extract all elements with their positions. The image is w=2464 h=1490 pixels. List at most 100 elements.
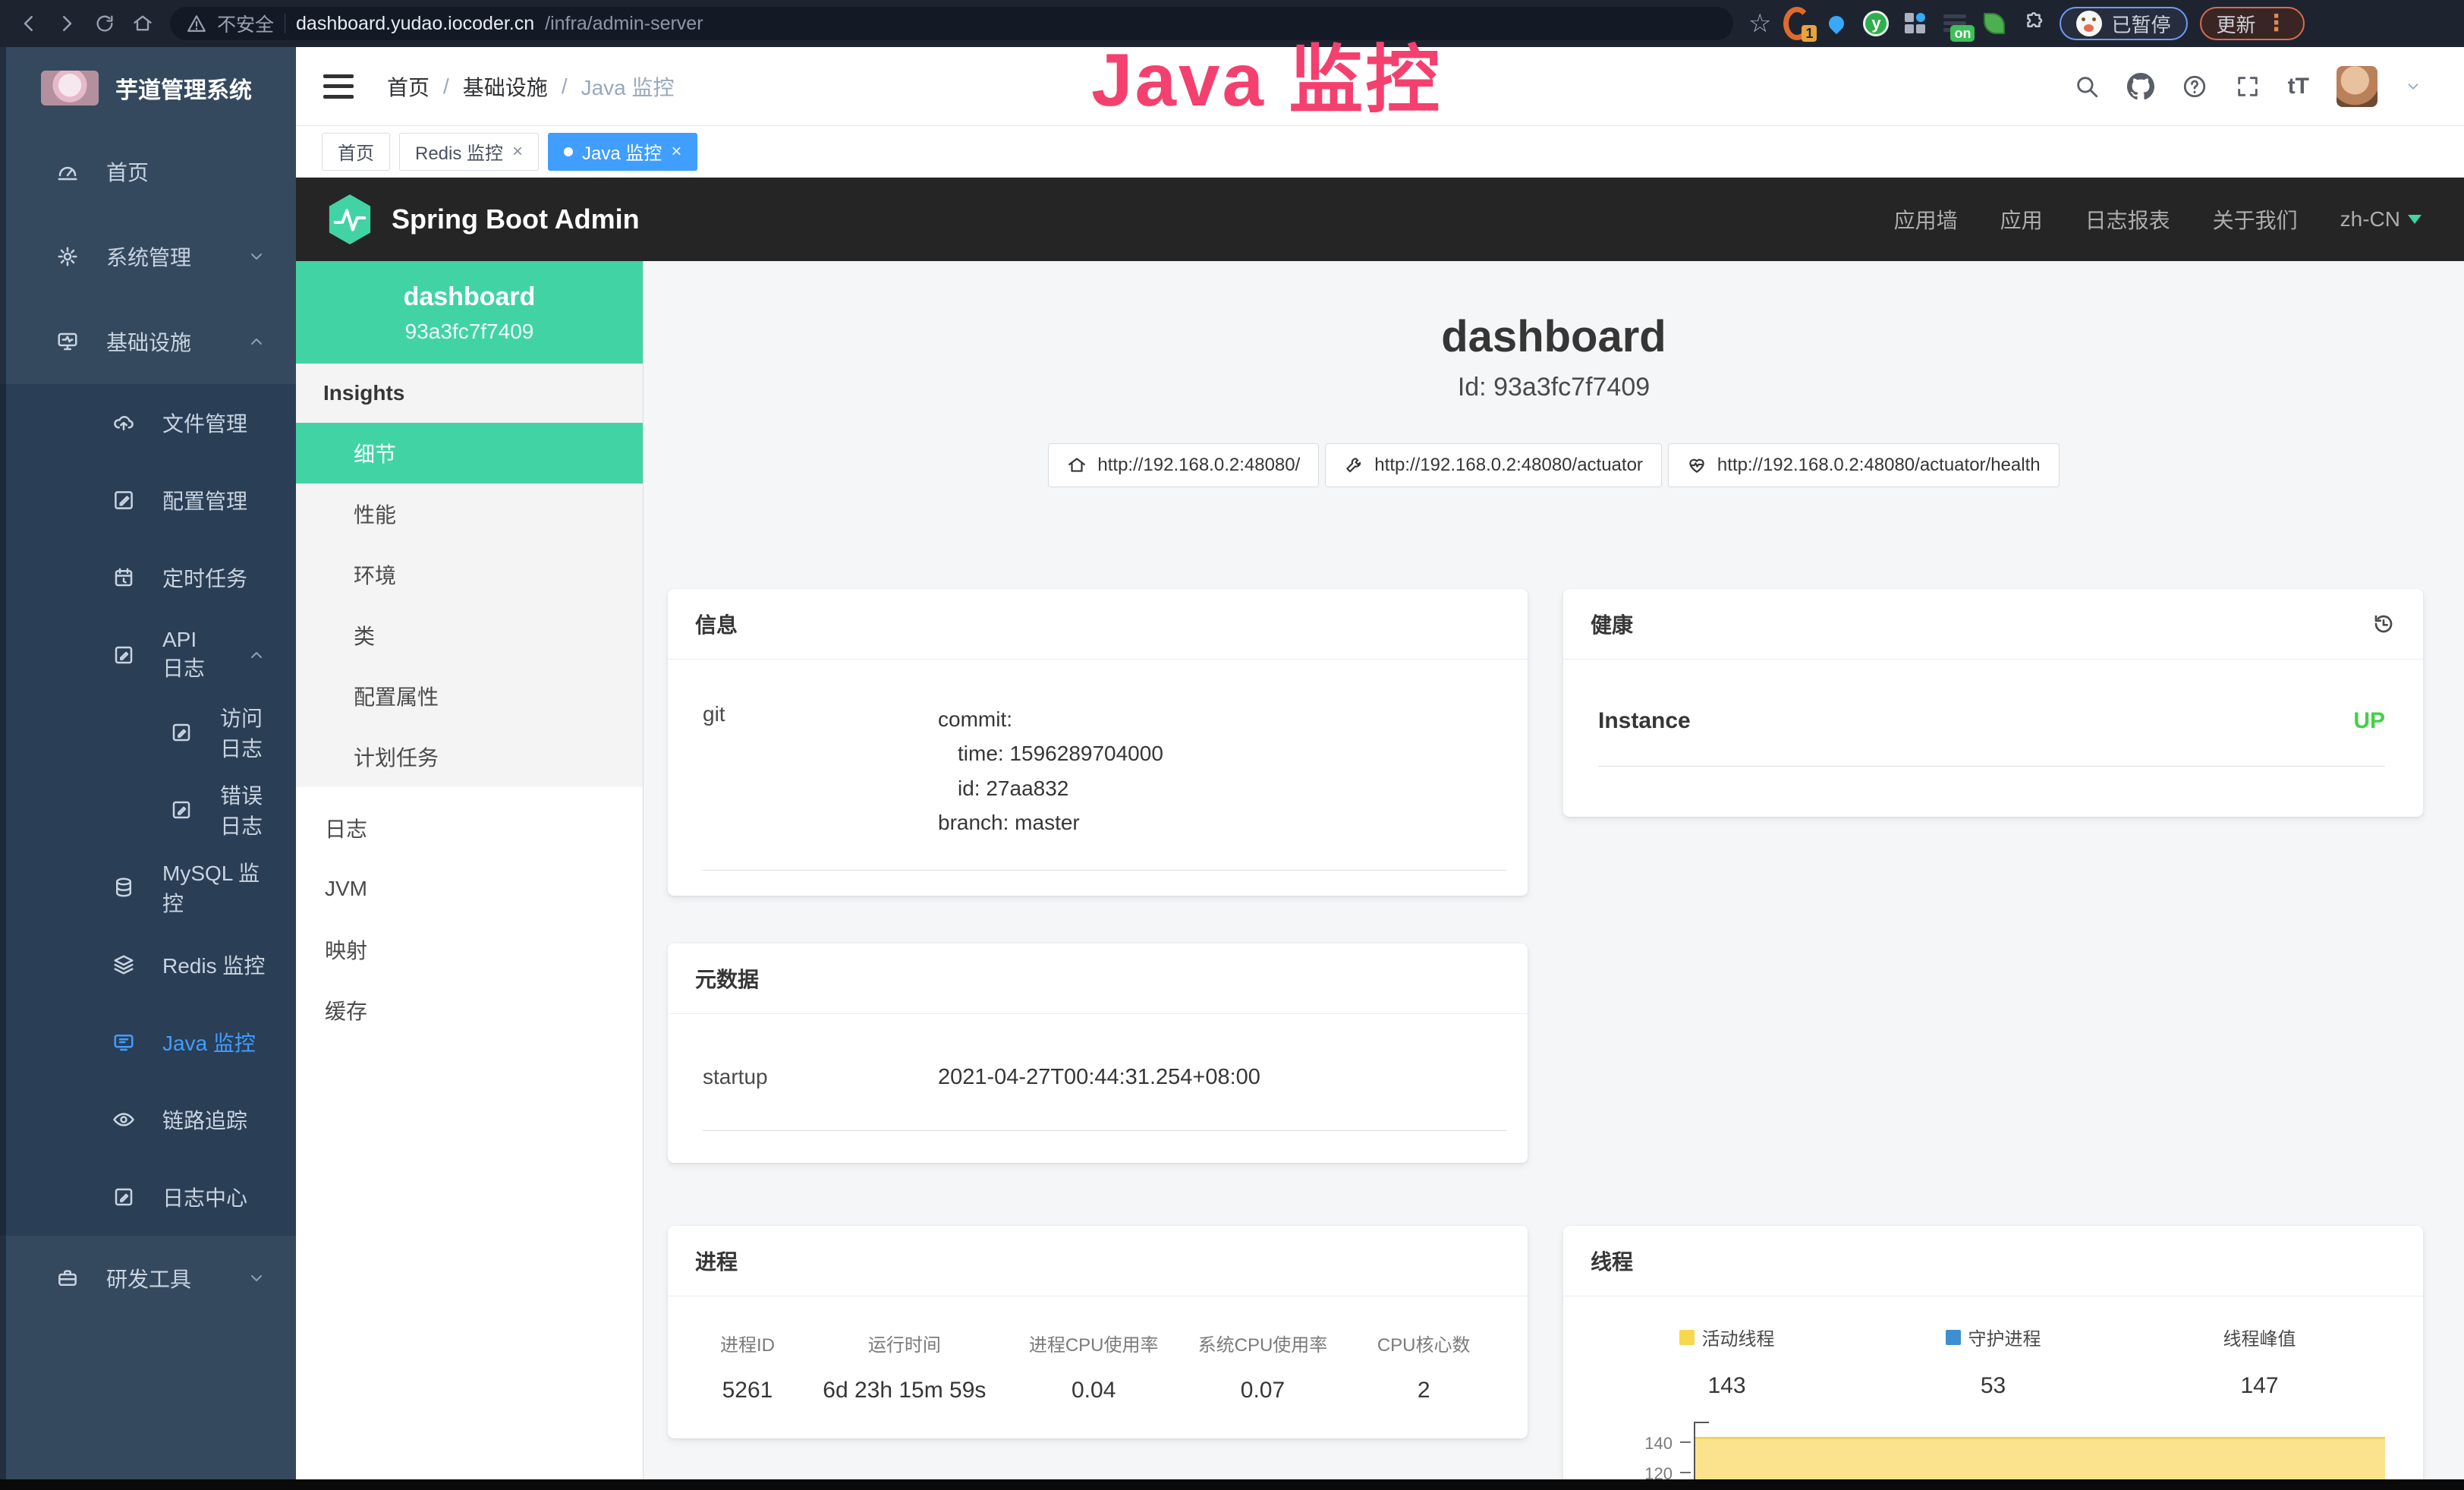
metadata-startup-row: startup 2021-04-27T00:44:31.254+08:00	[703, 1014, 1506, 1131]
search-icon[interactable]	[2074, 74, 2100, 99]
user-avatar[interactable]	[2337, 66, 2377, 107]
process-card-title: 进程	[695, 1246, 738, 1276]
sidebar-item-redis-monitor[interactable]: Redis 监控	[0, 926, 296, 1003]
process-uptime: 6d 23h 15m 59s	[800, 1378, 1009, 1403]
address-bar[interactable]: 不安全 dashboard.yudao.iocoder.cn/infra/adm…	[170, 7, 1733, 40]
layers-icon	[112, 953, 135, 976]
doc-edit-icon	[170, 721, 193, 744]
sba-item-jvm[interactable]: JVM	[296, 858, 643, 919]
screen-icon	[112, 1031, 135, 1054]
cpu-cores: 2	[1347, 1378, 1500, 1403]
bookmark-star-icon[interactable]: ☆	[1748, 11, 1771, 36]
update-label: 更新	[2217, 10, 2256, 38]
close-icon[interactable]: ×	[512, 141, 523, 162]
caret-down-icon[interactable]	[2405, 78, 2422, 95]
close-icon[interactable]: ×	[671, 141, 681, 162]
sba-link-journal[interactable]: 日志报表	[2085, 204, 2170, 235]
process-table-header: 进程ID 运行时间 进程CPU使用率 系统CPU使用率 CPU核心数	[695, 1330, 1500, 1356]
extension-grid-icon[interactable]	[1902, 10, 1929, 37]
sba-item-caches[interactable]: 缓存	[296, 980, 643, 1041]
sidebar-item-system-mgmt[interactable]: 系统管理	[0, 214, 296, 299]
extension-leaf-icon[interactable]	[1981, 10, 2008, 37]
metadata-card: 元数据 startup 2021-04-27T00:44:31.254+08:0…	[668, 943, 1528, 1163]
sba-item-metrics[interactable]: 性能	[296, 484, 643, 544]
window-bottom-edge	[0, 1479, 2464, 1490]
endpoint-links: http://192.168.0.2:48080/ http://192.168…	[644, 443, 2464, 487]
sba-item-scheduled-tasks[interactable]: 计划任务	[296, 726, 643, 787]
fullscreen-icon[interactable]	[2235, 74, 2261, 99]
profile-paused-badge[interactable]: 已暂停	[2060, 7, 2187, 40]
reload-icon[interactable]	[88, 7, 121, 40]
sba-item-logs[interactable]: 日志	[296, 798, 643, 858]
sidebar-item-mysql-monitor[interactable]: MySQL 监控	[0, 849, 296, 926]
home-icon[interactable]	[126, 7, 159, 40]
endpoint-actuator-link[interactable]: http://192.168.0.2:48080/actuator	[1325, 443, 1662, 487]
sba-brand[interactable]: Spring Boot Admin	[326, 193, 640, 246]
sba-item-details[interactable]: 细节	[296, 423, 643, 484]
sidebar-item-home[interactable]: 首页	[0, 129, 296, 214]
info-git-row: git commit: time: 1596289704000 id: 27aa…	[703, 660, 1506, 871]
forward-icon[interactable]	[50, 7, 83, 40]
wrench-icon	[1344, 455, 1364, 475]
endpoint-health-link[interactable]: http://192.168.0.2:48080/actuator/health	[1668, 443, 2060, 487]
sidebar-item-file-mgmt[interactable]: 文件管理	[0, 384, 296, 461]
sidebar-item-config-mgmt[interactable]: 配置管理	[0, 461, 296, 539]
tab-redis-monitor[interactable]: Redis 监控 ×	[399, 133, 539, 171]
tab-home[interactable]: 首页	[322, 133, 390, 171]
sidebar-item-scheduled-jobs[interactable]: 定时任务	[0, 539, 296, 616]
history-icon[interactable]	[2371, 612, 2396, 636]
kebab-menu-icon[interactable]: ⋮	[2265, 12, 2288, 35]
health-instance-row: Instance UP	[1598, 660, 2385, 767]
sidebar-item-tracing[interactable]: 链路追踪	[0, 1081, 296, 1158]
sba-instance-header[interactable]: dashboard 93a3fc7f7409	[296, 261, 643, 364]
live-threads-value: 143	[1594, 1373, 1860, 1399]
sba-link-applications[interactable]: 应用	[2000, 204, 2043, 235]
extension-switch-icon[interactable]: on	[1941, 10, 1968, 37]
edit-square-icon	[112, 489, 135, 512]
extension-orange-icon[interactable]: 1	[1783, 10, 1811, 37]
sidebar-item-access-logs[interactable]: 访问日志	[0, 694, 296, 771]
sba-navbar: Spring Boot Admin 应用墙 应用 日志报表 关于我们 zh-CN	[296, 178, 2464, 261]
github-icon[interactable]	[2127, 73, 2154, 100]
screenshot-annotation: Java 监控	[1091, 20, 1442, 128]
sidebar-item-infrastructure[interactable]: 基础设施	[0, 299, 296, 384]
chevron-up-icon	[247, 332, 266, 351]
sba-link-wallboard[interactable]: 应用墙	[1894, 204, 1958, 235]
breadcrumb-infrastructure[interactable]: 基础设施	[463, 71, 548, 102]
tab-java-monitor[interactable]: Java 监控 ×	[548, 133, 697, 171]
legend-daemon-threads: 守护进程	[1860, 1324, 2126, 1350]
endpoint-home-link[interactable]: http://192.168.0.2:48080/	[1048, 443, 1319, 487]
sidebar-item-java-monitor[interactable]: Java 监控	[0, 1003, 296, 1081]
legend-peak-threads: 线程峰值	[2126, 1324, 2393, 1350]
active-tab-dot	[564, 147, 573, 156]
metadata-card-title: 元数据	[695, 963, 759, 994]
extensions-puzzle-icon[interactable]	[2020, 10, 2047, 37]
sidebar-item-error-logs[interactable]: 错误日志	[0, 771, 296, 849]
sba-item-mappings[interactable]: 映射	[296, 919, 643, 980]
help-icon[interactable]	[2182, 74, 2208, 99]
instance-name: dashboard	[304, 282, 635, 312]
app-logo-header[interactable]: 芋道管理系统	[0, 47, 296, 129]
eye-icon	[112, 1108, 135, 1131]
sba-item-config-props[interactable]: 配置属性	[296, 666, 643, 726]
sba-nav-links: 应用墙 应用 日志报表 关于我们 zh-CN	[1894, 204, 2422, 235]
sidebar-collapse-icon[interactable]	[323, 74, 354, 99]
sidebar-item-api-logs[interactable]: API 日志	[0, 616, 296, 694]
breadcrumb-home[interactable]: 首页	[387, 71, 430, 102]
font-size-icon[interactable]: tT	[2288, 74, 2309, 99]
sba-item-environment[interactable]: 环境	[296, 544, 643, 605]
extension-y-icon[interactable]: y	[1862, 10, 1890, 37]
back-icon[interactable]	[12, 7, 46, 40]
extension-pin-icon[interactable]	[1823, 10, 1850, 37]
sba-body: dashboard 93a3fc7f7409 Insights 细节 性能 环境…	[296, 261, 2464, 1490]
locale-selector[interactable]: zh-CN	[2340, 207, 2422, 232]
chrome-update-button[interactable]: 更新 ⋮	[2200, 7, 2305, 40]
sidebar-item-dev-tools[interactable]: 研发工具	[0, 1236, 296, 1321]
process-card: 进程 进程ID 运行时间 进程CPU使用率 系统CPU使用率 CPU核心数 52…	[668, 1226, 1528, 1438]
sba-item-classes[interactable]: 类	[296, 605, 643, 666]
sidebar-item-log-center[interactable]: 日志中心	[0, 1158, 296, 1236]
y-axis-top-cap	[1694, 1422, 1709, 1423]
sba-content: dashboard Id: 93a3fc7f7409 http://192.16…	[644, 261, 2464, 1490]
home-icon	[1067, 455, 1087, 475]
sba-link-about[interactable]: 关于我们	[2213, 204, 2298, 235]
